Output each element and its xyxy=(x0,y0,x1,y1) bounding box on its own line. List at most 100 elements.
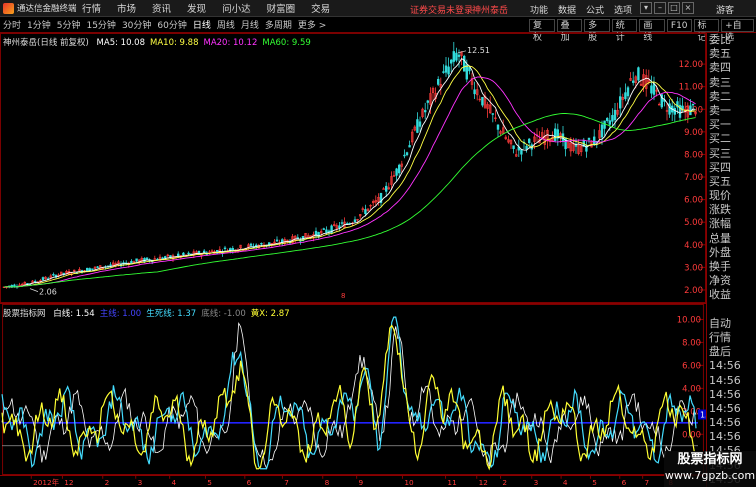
candlestick-chart[interactable]: 12.0011.0010.009.008.007.006.005.004.003… xyxy=(0,33,706,303)
period-tab[interactable]: 1分钟 xyxy=(24,18,54,31)
period-tab[interactable]: 周线 xyxy=(214,18,238,31)
candle-body xyxy=(496,124,500,130)
price-tick-label: 12.00 xyxy=(679,60,703,70)
right-menu-item[interactable]: 数据 xyxy=(558,3,576,16)
side-panel-row: 现价 xyxy=(709,189,731,203)
menu-item[interactable]: 交易 xyxy=(311,1,330,15)
watermark-title: 股票指标网 xyxy=(677,452,743,467)
date-label: 4 xyxy=(563,478,568,487)
candle-body xyxy=(353,219,357,222)
menu-item[interactable]: 问小达 xyxy=(222,1,251,15)
candle-body xyxy=(52,274,55,276)
close-icon[interactable]: × xyxy=(682,2,694,14)
right-menu-item[interactable]: 选项 xyxy=(614,3,632,16)
menu-item[interactable]: 发现 xyxy=(187,1,206,15)
chart-tool-buttons: 复权 叠加 多股 统计 画线 F10 标记 +自选 xyxy=(529,19,756,43)
candle-body xyxy=(481,96,484,106)
menu-item[interactable]: 资讯 xyxy=(152,1,171,15)
chart-tool-button[interactable]: F10 xyxy=(666,19,692,32)
candle-body xyxy=(229,248,232,251)
candle-body xyxy=(452,51,455,62)
maximize-icon[interactable]: □ xyxy=(668,2,680,14)
date-label: 7 xyxy=(284,478,289,487)
indicator-value: 黄X: 2.87 xyxy=(250,309,290,319)
date-label: 5 xyxy=(592,478,597,487)
right-menu-item[interactable]: 功能 xyxy=(530,3,548,16)
candle-body xyxy=(587,137,591,140)
chart-tool-button[interactable]: 叠加 xyxy=(556,19,583,43)
price-tick-label: 5.00 xyxy=(684,218,703,228)
chart-tool-button[interactable]: 多股 xyxy=(584,19,610,43)
period-tab[interactable]: 30分钟 xyxy=(119,18,154,31)
chart-tool-button[interactable]: +自选 xyxy=(721,19,755,43)
trade-login-notice[interactable]: 证券交易未登录 xyxy=(410,3,473,16)
indicator-frame xyxy=(2,304,704,475)
candle-body xyxy=(249,243,253,246)
minimize-icon[interactable]: – xyxy=(654,2,666,14)
candle-body xyxy=(62,272,66,275)
date-label: 6 xyxy=(247,478,252,487)
period-tab[interactable]: 分时 xyxy=(0,18,24,31)
candle-body xyxy=(631,80,635,83)
candle-body xyxy=(611,115,614,122)
period-tab[interactable]: 60分钟 xyxy=(154,18,189,31)
guest-user[interactable]: 游客 xyxy=(716,3,734,16)
menu-item[interactable]: 财富圈 xyxy=(267,1,296,15)
app-logo: 通达信金融终端 xyxy=(0,2,82,14)
period-tab[interactable]: 月线 xyxy=(238,18,262,31)
candle-body xyxy=(455,52,458,61)
right-menu: 功能 数据 公式 选项 xyxy=(530,3,642,16)
period-tab[interactable]: 5分钟 xyxy=(54,18,84,31)
side-panel-row: 自动 xyxy=(709,316,731,330)
candle-body xyxy=(33,280,37,283)
side-panel-row: 买二 xyxy=(709,132,731,146)
right-menu-item[interactable]: 公式 xyxy=(586,3,604,16)
menu-item[interactable]: 行情 xyxy=(82,1,101,15)
side-panel-row: 14:56 xyxy=(709,373,741,387)
quote-side-panel: 委比 卖五 卖四 卖三 卖二 卖一 买一 买二 买三 买四 买五 现价 涨跌 涨幅 总量 外盘 换手 净资 收益 自动… xyxy=(706,33,756,487)
candle-body xyxy=(182,252,185,256)
date-label: 10 xyxy=(404,478,414,487)
date-label: 2012年 xyxy=(33,478,59,487)
menu-item[interactable]: 市场 xyxy=(117,1,136,15)
candle-body xyxy=(423,110,427,113)
candle-body xyxy=(322,228,325,230)
candle-body xyxy=(338,225,341,229)
candle-body xyxy=(673,108,677,115)
price-tick-label: 8.00 xyxy=(684,150,703,160)
indicator-chart[interactable]: 10.008.006.004.002.000.001.72 xyxy=(0,303,706,475)
candle-body xyxy=(418,121,422,127)
side-panel-row: 涨幅 xyxy=(709,217,731,231)
candle-body xyxy=(444,65,448,73)
price-tick-label: 7.00 xyxy=(684,173,703,183)
candle-body xyxy=(164,256,167,259)
price-tick-label: 9.00 xyxy=(684,128,703,138)
candle-body xyxy=(416,119,419,133)
date-axis: 2012年12234567891011122345678 xyxy=(0,475,706,487)
candle-body xyxy=(275,239,279,242)
indicator-tick-label: 10.00 xyxy=(677,314,701,324)
chart-tool-button[interactable]: 标记 xyxy=(693,19,720,43)
candle-body xyxy=(637,67,640,81)
chart-tool-button[interactable]: 复权 xyxy=(529,19,555,43)
candle-body xyxy=(442,71,445,73)
candle-body xyxy=(525,145,528,150)
period-tab[interactable]: 15分钟 xyxy=(83,18,118,31)
period-tab[interactable]: 多周期 xyxy=(262,18,295,31)
chart-tool-button[interactable]: 画线 xyxy=(639,19,665,43)
moving-average-line xyxy=(3,57,696,288)
period-tab[interactable]: 更多 > xyxy=(295,18,329,31)
window-toggle-icon[interactable]: ▾ xyxy=(640,2,652,14)
indicator-tick-label: 4.00 xyxy=(682,383,701,393)
candle-body xyxy=(395,168,398,176)
side-panel-row: 换手 xyxy=(709,260,731,273)
side-panel-row: 行情 xyxy=(709,330,731,344)
candle-body xyxy=(650,85,653,94)
candle-body xyxy=(340,222,344,224)
chart-tool-button[interactable]: 统计 xyxy=(611,19,638,43)
candle-body xyxy=(626,87,630,97)
period-tab[interactable]: 日线 xyxy=(190,18,214,31)
candle-body xyxy=(41,277,45,281)
indicator-value: 底线: -1.00 xyxy=(201,309,246,319)
moving-average-line xyxy=(3,113,696,288)
